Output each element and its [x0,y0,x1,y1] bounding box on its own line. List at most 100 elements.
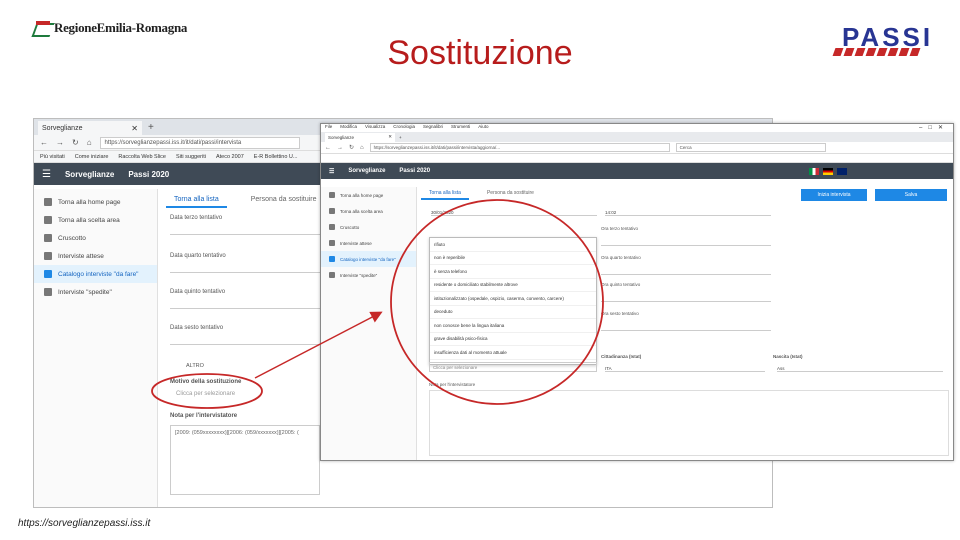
date-input[interactable]: 30/01/2020 [431,206,597,216]
app-title: Sorveglianze [64,169,115,179]
date-input[interactable] [170,225,320,235]
search-input[interactable]: Cerca [675,143,826,152]
flag-it-icon[interactable] [809,168,819,175]
dropdown-option[interactable]: non è reperibile [430,252,596,265]
reload-icon[interactable]: ↻ [349,144,354,151]
flag-en-icon[interactable] [837,168,847,175]
bookmark-item[interactable]: E-R Bollettino U... [254,154,298,160]
dropdown-option[interactable]: istituzionalizzato (ospedale, ospizio, c… [430,292,596,306]
browser-tab[interactable]: Sorveglianze ✕ [325,132,395,142]
close-icon[interactable]: ✕ [131,124,138,133]
sidebar-item-dashboard[interactable]: Cruscotto [321,219,416,235]
save-button[interactable]: Salva [875,189,947,201]
sidebar-item-expected[interactable]: Interviste attese [34,247,157,265]
forward-icon[interactable]: → [337,145,343,151]
bookmarks-bar [321,154,953,163]
back-icon [44,216,52,224]
tab-back-to-list[interactable]: Torna alla lista [166,193,227,208]
dropdown-option[interactable]: è senza telefono [430,265,596,279]
clipboard-icon [44,270,52,278]
sidebar-item-area[interactable]: Torna alla scelta area [34,211,157,229]
browser-tab[interactable]: Sorveglianze ✕ [38,121,142,135]
flag-de-icon[interactable] [823,168,833,175]
footer-url[interactable]: https://sorveglianzepassi.iss.it [18,518,150,529]
time-input[interactable] [601,321,771,331]
field-label: Data terzo tentativo [170,215,223,221]
dropdown-option[interactable]: rifiuto [430,238,596,252]
dropdown-option[interactable]: insufficienza dati al momento attuale [430,346,596,360]
date-input[interactable] [170,299,320,309]
sidebar-item-home[interactable]: Torna alla home page [321,187,416,203]
browser-navbar: ← → ↻ ⌂ https://sorveglianzepassi.iss.it… [321,142,953,154]
regione-mark-icon [34,21,50,35]
dropdown-option[interactable]: deceduto [430,306,596,319]
bookmark-item[interactable]: Più visitati [40,154,65,160]
tab-back-to-list[interactable]: Torna alla lista [421,188,469,200]
new-tab-icon[interactable]: + [148,122,154,133]
date-input[interactable] [170,263,320,273]
dropdown-option[interactable]: non conosce bene la lingua italiana [430,319,596,333]
time-input[interactable]: 14:02 [605,206,771,216]
screenshot-browser-2: File Modifica Visualizza Cronologia Segn… [320,123,954,461]
content-tabs: Torna alla lista Persona da sostituire [421,187,953,201]
window-controls-icon[interactable]: –□✕ [919,124,949,131]
url-bar[interactable]: https://sorveglianzepassi.iss.it/it/dati… [99,136,300,149]
field-label: Ora terzo tentativo [601,226,639,231]
note-textarea[interactable] [429,390,949,456]
reload-icon[interactable]: ↻ [72,138,79,147]
menu-item[interactable]: Strumenti [451,124,470,132]
dashboard-icon [329,224,335,230]
language-flags [809,168,847,175]
tab-person-to-replace[interactable]: Persona da sostituire [243,193,325,208]
date-input[interactable] [170,335,320,345]
section-label: ALTRO [186,363,204,369]
start-interview-button[interactable]: Inizia intervista [801,189,867,201]
home-icon [329,192,335,198]
time-input[interactable] [601,292,771,302]
menu-icon[interactable]: ☰ [42,169,51,180]
tab-person-to-replace[interactable]: Persona da sostituire [479,188,542,200]
menu-item[interactable]: Cronologia [393,124,415,132]
menu-item[interactable]: File [325,124,332,132]
back-icon[interactable]: ← [325,145,331,151]
browser-tabbar: Sorveglianze ✕ + [321,132,953,142]
field-label: Ora quinto tentativo [601,282,641,287]
menu-item[interactable]: Visualizza [365,124,385,132]
note-textarea[interactable]: [2009: (059xxxxxxxx)][2006: (059/xxxxxxx… [170,425,320,495]
menu-icon[interactable]: ☰ [329,168,334,175]
sidebar-item-expected[interactable]: Interviste attese [321,235,416,251]
check-icon [44,288,52,296]
back-icon[interactable]: ← [40,138,48,147]
bookmark-item[interactable]: Raccolta Web Slice [118,154,166,160]
bookmark-item[interactable]: Come iniziare [75,154,109,160]
home-icon[interactable]: ⌂ [87,138,92,147]
sidebar-item-todo[interactable]: Catalogo interviste "da fare" [34,265,157,283]
motivo-select[interactable]: Clicca per selezionare [176,391,235,397]
close-icon[interactable]: ✕ [388,134,392,140]
time-input[interactable] [601,265,771,275]
url-bar[interactable]: https://sorveglianzepassi.iss.it/it/dati… [369,143,670,152]
sidebar-item-todo[interactable]: Catalogo interviste "da fare" [321,251,416,267]
menu-item[interactable]: Aiuto [478,124,488,132]
sidebar-item-home[interactable]: Torna alla home page [34,193,157,211]
menu-item[interactable]: Modifica [340,124,357,132]
sidebar-item-sent[interactable]: Interviste "spedite" [34,283,157,301]
time-input[interactable] [601,236,771,246]
menu-item[interactable]: Segnalibri [423,124,443,132]
field-label: Ora quarto tentativo [601,255,641,260]
cittadinanza-input[interactable]: ITA [605,362,765,372]
sidebar-item-area[interactable]: Torna alla scelta area [321,203,416,219]
bookmark-item[interactable]: Siti suggeriti [176,154,206,160]
bookmark-item[interactable]: Ateco 2007 [216,154,244,160]
dropdown-option[interactable]: grave disabilità psico-fisica [430,333,596,346]
sidebar-item-sent[interactable]: Interviste "spedite" [321,267,416,283]
new-tab-icon[interactable]: + [399,135,402,140]
app-header: ☰ Sorveglianze Passi 2020 [321,163,953,179]
sidebar-item-dashboard[interactable]: Cruscotto [34,229,157,247]
nascita-input[interactable]: Ass [777,362,943,372]
forward-icon[interactable]: → [56,138,64,147]
motivo-select[interactable]: Clicca per selezionare [429,362,597,372]
home-icon[interactable]: ⌂ [360,145,364,151]
back-icon [329,208,335,214]
dropdown-option[interactable]: residente o domiciliato stabilmente altr… [430,279,596,292]
